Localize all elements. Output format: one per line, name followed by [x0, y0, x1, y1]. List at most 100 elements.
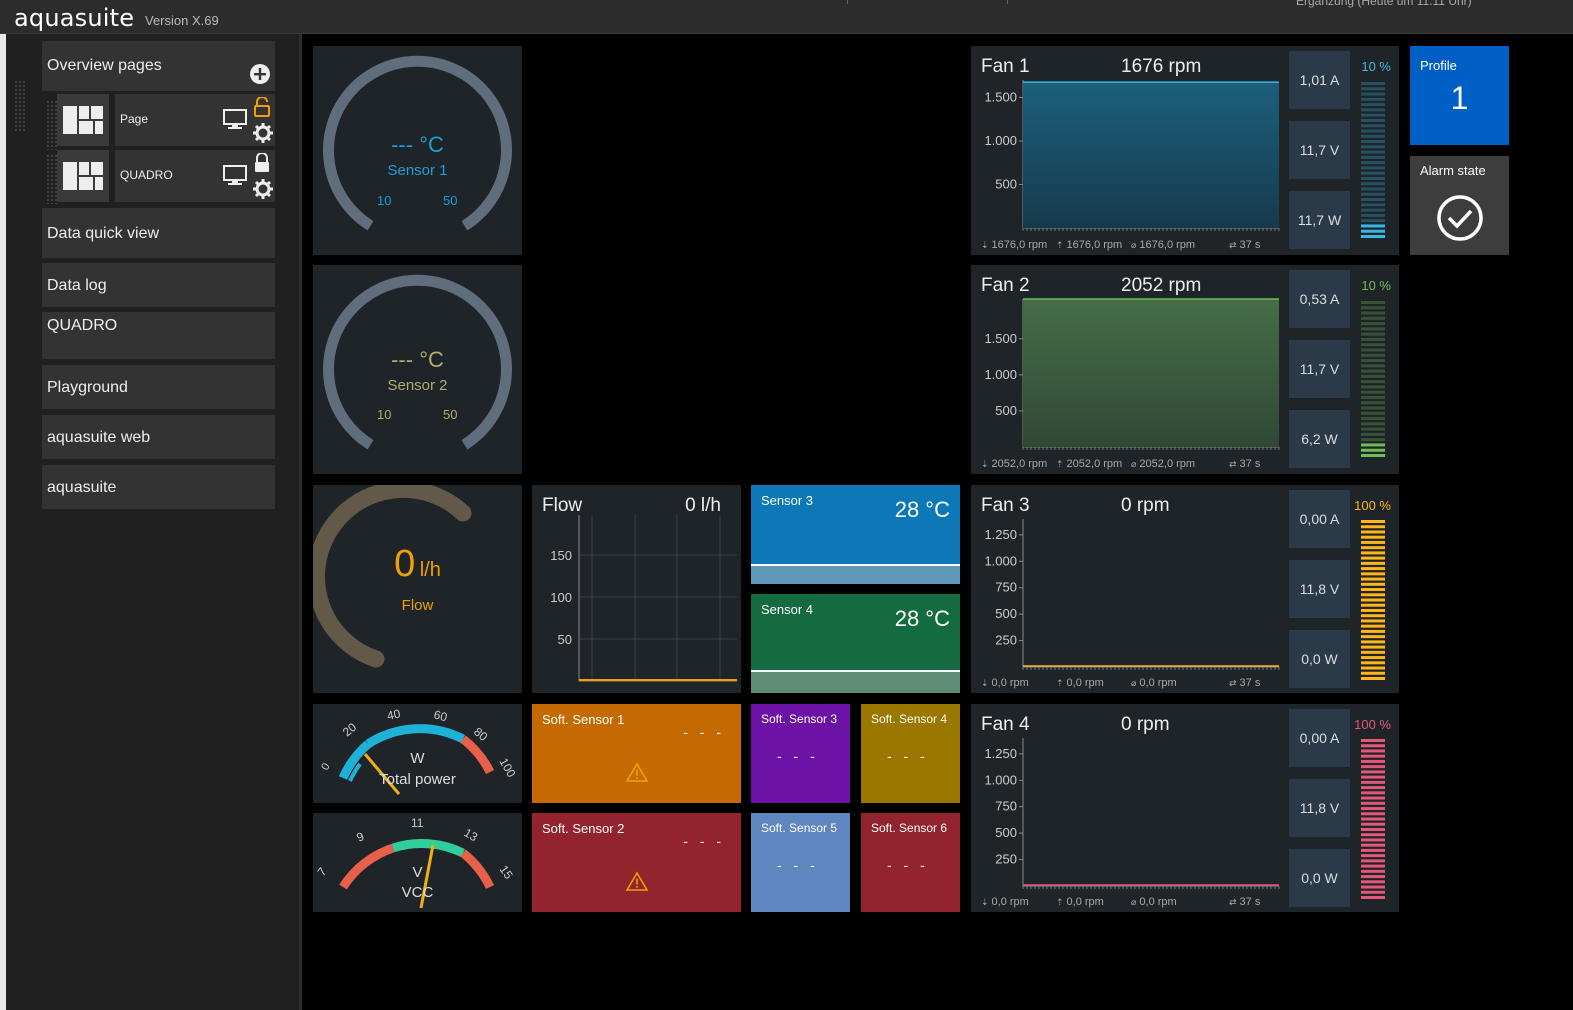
fan3-y-tick-label: 1.000 — [984, 553, 1017, 568]
power-bar-segment — [1361, 540, 1385, 544]
stat-icon: ⌀ — [1131, 459, 1137, 469]
nav-data-quick-view[interactable]: Data quick view — [42, 208, 275, 258]
check-circle-icon — [1437, 195, 1483, 241]
power-bar-segment — [1361, 118, 1385, 122]
sensor1-gauge-tile[interactable]: --- °C Sensor 1 10 50 — [313, 46, 522, 255]
fan4-footer-stat: ⌀ 0,0 rpm — [1131, 896, 1177, 908]
gear-icon[interactable] — [253, 123, 273, 143]
fan3-tile[interactable]: Fan 30 rpm 0,00 A 11,8 V 0,0 W 100 % 1.250 1.0… — [971, 485, 1399, 693]
fan4-power-bars — [1361, 739, 1385, 899]
locked-lock-icon[interactable] — [253, 153, 271, 173]
stat-icon: ⇡ — [1056, 678, 1064, 688]
power-bar-segment — [1361, 864, 1385, 868]
page-layout-icon[interactable] — [57, 150, 109, 202]
fan3-footer-value: 0,0 rpm — [1139, 677, 1177, 689]
power-bar-segment — [1361, 859, 1385, 863]
nav-label: aquasuite — [47, 479, 117, 496]
nav-quadro[interactable]: QUADRO — [42, 312, 275, 359]
power-bar-segment — [1361, 306, 1385, 310]
fan2-area-chart: 1.500 1.000 500 — [984, 298, 1280, 450]
sensor1-max: 50 — [443, 193, 458, 208]
power-bar-segment — [1361, 166, 1385, 170]
nav-playground[interactable]: Playground — [42, 365, 275, 409]
flow-unit: l/h — [419, 559, 441, 581]
fan1-footer-stat: ⇄ 37 s — [1229, 239, 1260, 251]
fan4-footer-stat: ⇡ 0,0 rpm — [1056, 896, 1104, 908]
sensor2-min: 10 — [377, 407, 392, 422]
page-layout-icon[interactable] — [57, 94, 109, 146]
power-bar-segment — [1361, 171, 1385, 175]
unlocked-lock-icon[interactable] — [253, 97, 271, 117]
power-name: Total power — [379, 771, 456, 788]
page-item[interactable]: QUADRO — [115, 150, 275, 202]
power-bar-segment — [1361, 640, 1385, 644]
fan2-footer-value: 2052,0 rpm — [1066, 458, 1123, 470]
power-bar-segment — [1361, 525, 1385, 529]
sensor3-value: 28 °C — [894, 497, 950, 522]
power-bar-segment — [1361, 624, 1385, 628]
page-item[interactable]: Page — [115, 94, 275, 146]
power-bar-segment — [1361, 208, 1385, 212]
power-bar-segment — [1361, 103, 1385, 107]
nav-aquasuite-web[interactable]: aquasuite web — [42, 415, 275, 459]
power-bar-segment — [1361, 92, 1385, 96]
sensor2-gauge-tile[interactable]: --- °C Sensor 2 10 50 — [313, 265, 522, 474]
fan3-footer-stat: ⌀ 0,0 rpm — [1131, 677, 1177, 689]
profile-tile[interactable]: Profile 1 — [1410, 46, 1509, 145]
nav-label: Data quick view — [47, 225, 160, 242]
power-bar-segment — [1361, 443, 1385, 447]
alarm-state-tile[interactable]: Alarm state — [1410, 156, 1509, 255]
fan2-y-tick-label: 1.000 — [984, 367, 1017, 382]
sensor4-tile[interactable]: Sensor 4 28 °C — [751, 594, 960, 693]
soft-sensor-5-tile[interactable]: Soft. Sensor 5 - - - — [751, 813, 850, 912]
add-icon[interactable] — [250, 64, 270, 84]
layout-icon — [63, 106, 103, 134]
monitor-icon[interactable] — [223, 165, 249, 187]
drag-handle[interactable] — [14, 80, 26, 132]
power-bar-segment — [1361, 108, 1385, 112]
soft-sensor-1-tile[interactable]: Soft. Sensor 1 - - - — [532, 704, 741, 803]
fan1-tile[interactable]: Fan 1 1676 rpm 1,01 A 11,7 V 11,7 W 10 % 1.500… — [971, 46, 1399, 255]
monitor-icon[interactable] — [223, 109, 249, 131]
power-bar-segment — [1361, 822, 1385, 826]
power-bar-segment — [1361, 327, 1385, 331]
power-bar-segment — [1361, 786, 1385, 790]
soft-sensor-3-name: Soft. Sensor 3 — [761, 712, 838, 726]
fan4-y-tick-label: 1.250 — [984, 746, 1017, 761]
flow-chart-tile[interactable]: Flow 0 l/h 150 100 50 — [532, 485, 741, 693]
power-bar-segment — [1361, 385, 1385, 389]
flow-gauge-tile[interactable]: 0 l/h Flow — [313, 485, 522, 693]
flow-tick-50: 50 — [558, 632, 572, 647]
nav-aquasuite[interactable]: aquasuite — [42, 465, 275, 509]
fan3-footer-value: 0,0 rpm — [1066, 677, 1104, 689]
gear-icon[interactable] — [253, 179, 273, 199]
overview-pages-button[interactable]: Overview pages — [42, 41, 275, 91]
power-bar-segment — [1361, 432, 1385, 436]
soft-sensor-2-tile[interactable]: Soft. Sensor 2 - - - — [532, 813, 741, 912]
sensor3-tile[interactable]: Sensor 3 28 °C — [751, 485, 960, 584]
title-bar: aquasuite Version X.69 Ergänzung (Heute … — [0, 0, 1573, 34]
fan4-footer-value: 0,0 rpm — [991, 896, 1029, 908]
fan4-tile[interactable]: Fan 40 rpm 0,00 A 11,8 V 0,0 W 100 % 1.250 1.0… — [971, 704, 1399, 912]
power-bar-segment — [1361, 572, 1385, 576]
soft-sensor-3-tile[interactable]: Soft. Sensor 3 - - - — [751, 704, 850, 803]
window-divider — [847, 0, 848, 4]
total-power-meter[interactable]: 0 20 40 60 80 100 W Total power — [313, 704, 522, 803]
fan2-footer-value: 2052,0 rpm — [991, 458, 1048, 470]
fan3-y-tick-label: 750 — [995, 580, 1017, 595]
nav-data-log[interactable]: Data log — [42, 263, 275, 307]
vcc-tick-11: 11 — [411, 816, 424, 830]
power-bar-segment — [1361, 411, 1385, 415]
vcc-name: VCC — [401, 884, 434, 901]
power-bar-segment — [1361, 780, 1385, 784]
power-bar-segment — [1361, 337, 1385, 341]
soft-sensor-6-tile[interactable]: Soft. Sensor 6 - - - — [861, 813, 960, 912]
sensor1-value: --- °C — [391, 132, 444, 157]
vcc-meter[interactable]: 7 9 11 13 15 V VCC — [313, 813, 522, 912]
page-label: Page — [120, 112, 149, 126]
soft-sensor-4-tile[interactable]: Soft. Sensor 4 - - - — [861, 704, 960, 803]
power-bar-segment — [1361, 427, 1385, 431]
power-bar-segment — [1361, 187, 1385, 191]
fan2-tile[interactable]: Fan 2 2052 rpm 0,53 A 11,7 V 6,2 W 10 % 1.500 1… — [971, 265, 1399, 474]
fan3-footer-value: 0,0 rpm — [991, 677, 1029, 689]
